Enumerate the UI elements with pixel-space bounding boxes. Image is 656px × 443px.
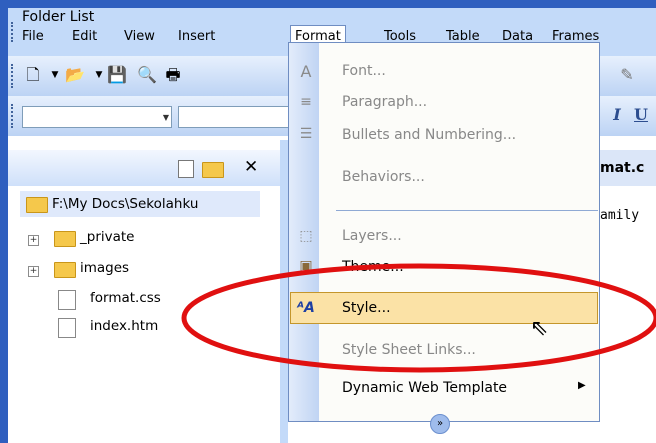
format-menu — [288, 42, 600, 422]
layers-icon: ⬚ — [299, 228, 313, 244]
cursor-arrow-icon: ⇖ — [530, 316, 549, 341]
menu-item-behaviors[interactable]: Behaviors... — [342, 162, 425, 192]
menu-item-style[interactable]: Style... — [342, 293, 391, 323]
tree-item-images[interactable]: images — [80, 260, 129, 276]
menu-insert[interactable]: Insert — [174, 26, 219, 48]
print-icon[interactable]: 🖶 — [162, 64, 184, 86]
new-page-icon[interactable]: 🗋 — [22, 64, 44, 86]
toolbar-grip-2[interactable] — [11, 104, 16, 128]
style-icon: ᴬA — [297, 300, 315, 316]
new-dropdown-icon[interactable]: ▼ — [44, 64, 66, 86]
tree-root-label[interactable]: F:\My Docs\Sekolahku — [52, 196, 198, 212]
tree-item-private[interactable]: _private — [80, 229, 134, 245]
submenu-arrow-icon: ▶ — [578, 380, 586, 391]
brush-icon[interactable]: ✎ — [616, 64, 638, 86]
style-combo[interactable]: ▼ — [22, 106, 172, 128]
folder-icon — [54, 231, 76, 247]
standard-toolbar: 🗋 ▼ 📂 ▼ 💾 🔍 🖶 — [8, 56, 298, 96]
paragraph-icon: ≡ — [300, 94, 312, 110]
underline-icon[interactable]: U — [630, 104, 652, 126]
formatting-toolbar-right-fragment: I U — [598, 96, 656, 136]
font-icon: A — [300, 62, 312, 81]
menu-item-style-highlight[interactable] — [290, 292, 598, 324]
menu-view[interactable]: View — [120, 26, 159, 48]
folder-icon — [26, 197, 48, 213]
menu-item-style-sheet-links[interactable]: Style Sheet Links... — [342, 335, 476, 365]
close-icon[interactable]: ✕ — [244, 157, 258, 177]
folder-list-title: Folder List — [22, 9, 95, 25]
expand-icon[interactable]: + — [28, 266, 39, 277]
menu-item-dynamic-web-template[interactable]: Dynamic Web Template — [342, 373, 507, 403]
menu-item-theme[interactable]: Theme... — [342, 252, 404, 282]
folder-icon — [54, 262, 76, 278]
formatting-toolbar: ▼ — [8, 96, 298, 136]
window-frame-left — [0, 0, 8, 443]
editor-tab-label[interactable]: mat.c — [600, 160, 644, 176]
menu-separator — [336, 210, 598, 211]
menu-item-layers[interactable]: Layers... — [342, 221, 402, 251]
tree-item-index-htm[interactable]: index.htm — [90, 318, 158, 334]
panel-splitter[interactable] — [280, 140, 288, 443]
menu-edit[interactable]: Edit — [68, 26, 101, 48]
editor-code-line: amily — [600, 208, 640, 223]
search-icon[interactable]: 🔍 — [136, 64, 158, 86]
folder-list-panel — [8, 186, 280, 443]
italic-icon[interactable]: I — [606, 104, 628, 126]
bullets-icon: ☰ — [299, 126, 313, 142]
folder-list-header — [8, 150, 280, 187]
font-combo[interactable] — [178, 106, 298, 128]
expand-icon[interactable]: + — [28, 235, 39, 246]
theme-icon: ▣ — [299, 258, 313, 274]
html-file-icon — [58, 318, 76, 338]
tree-item-format-css[interactable]: format.css — [90, 290, 161, 306]
menu-item-bullets-numbering[interactable]: Bullets and Numbering... — [342, 120, 516, 150]
window-frame-top — [0, 0, 656, 8]
menubar-grip[interactable] — [11, 22, 16, 42]
chevron-down-icon: ▼ — [162, 113, 169, 122]
toolbar-right-fragment: ✎ — [598, 56, 656, 96]
menu-item-paragraph[interactable]: Paragraph... — [342, 87, 427, 117]
menu-item-font[interactable]: Font... — [342, 56, 386, 86]
toolbar-grip[interactable] — [11, 64, 16, 88]
menu-file[interactable]: File — [18, 26, 48, 48]
new-page-icon[interactable] — [178, 160, 194, 178]
expand-menu-chevron-icon[interactable]: » — [430, 414, 450, 434]
open-icon[interactable]: 📂 — [64, 64, 86, 86]
new-folder-icon[interactable] — [202, 162, 224, 178]
css-file-icon — [58, 290, 76, 310]
save-icon[interactable]: 💾 — [106, 64, 128, 86]
